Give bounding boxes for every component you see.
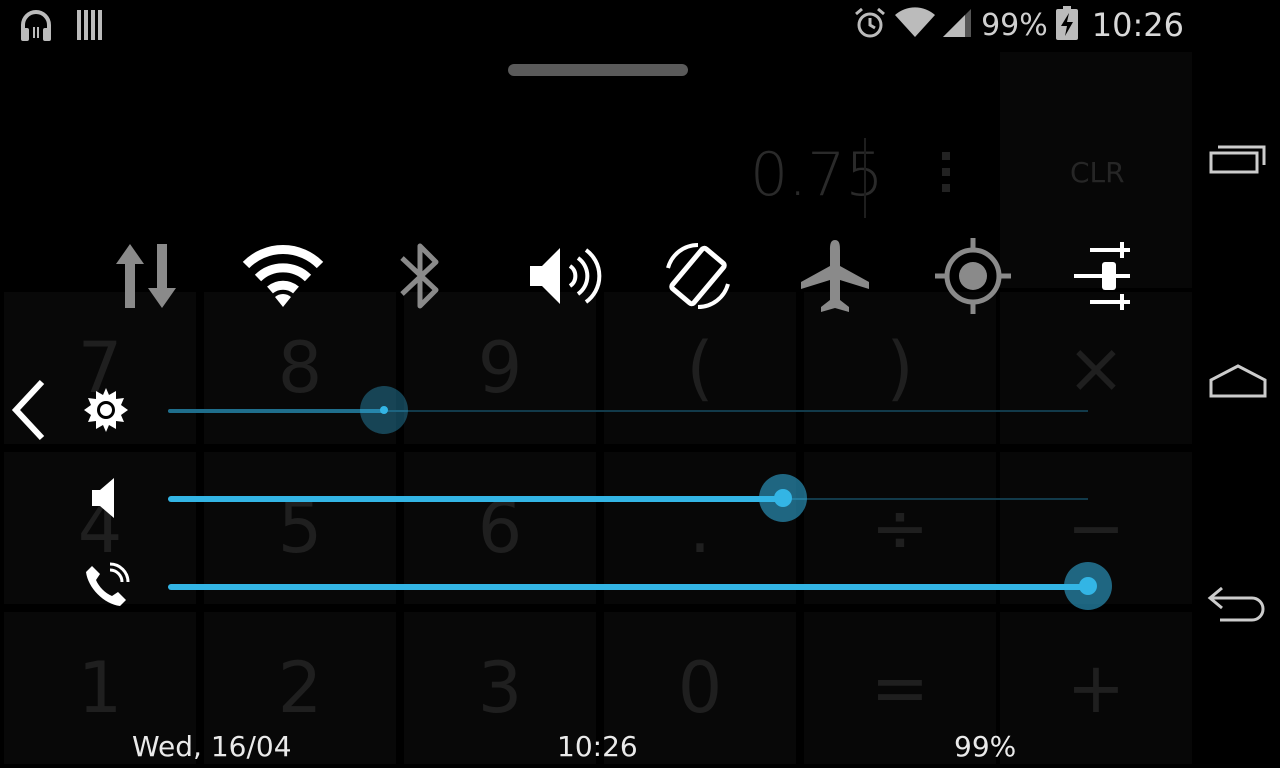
airplane-mode-icon xyxy=(799,238,871,318)
battery-label: 99% xyxy=(954,730,1017,763)
back-arrow-icon xyxy=(1206,584,1270,628)
status-bar-time: 10:26 xyxy=(1091,6,1184,44)
ringer-volume-slider-fill xyxy=(168,584,1088,590)
notification-icons xyxy=(18,8,104,48)
brightness-slider[interactable] xyxy=(168,386,1088,434)
speaker-icon xyxy=(82,474,130,522)
toggle-sound[interactable] xyxy=(522,236,606,320)
calculator-cursor xyxy=(864,138,866,218)
ringer-volume-slider[interactable] xyxy=(168,562,1112,610)
toggle-gps[interactable] xyxy=(931,236,1015,320)
wifi-icon xyxy=(895,7,936,43)
calc-key: 6 xyxy=(404,452,596,604)
home-icon xyxy=(1208,362,1268,402)
signal-icon xyxy=(943,7,973,43)
recent-apps-button[interactable] xyxy=(1206,136,1270,184)
wifi-icon xyxy=(242,243,324,313)
alarm-icon xyxy=(853,6,887,44)
media-volume-slider[interactable] xyxy=(168,474,1088,522)
recent-apps-icon xyxy=(1208,141,1268,179)
back-button[interactable] xyxy=(1206,582,1270,630)
settings-sliders-icon xyxy=(1070,242,1134,314)
status-bar: 99% 10:26 xyxy=(0,0,1192,52)
calc-key: ÷ xyxy=(804,452,996,604)
toggle-wifi[interactable] xyxy=(241,236,325,320)
battery-charging-icon xyxy=(1055,6,1078,44)
calc-key: 5 xyxy=(204,452,396,604)
toggle-settings[interactable] xyxy=(1060,236,1144,320)
brightness-icon xyxy=(82,386,130,434)
system-icons: 99% 10:26 xyxy=(853,6,1184,44)
calculator-background: 0.75 CLR 7 8 9 ( ) × 4 5 6 . ÷ − 1 2 3 0… xyxy=(0,0,1192,768)
calculator-clear-button: CLR xyxy=(1070,156,1125,189)
battery-percent: 99% xyxy=(981,7,1048,43)
brightness-slider-thumb[interactable] xyxy=(360,386,409,434)
brightness-slider-fill xyxy=(168,409,385,413)
toggle-auto-rotate[interactable] xyxy=(656,236,740,320)
overflow-menu-icon xyxy=(942,152,950,192)
calc-key: . xyxy=(604,452,796,604)
toggle-mobile-data[interactable] xyxy=(104,236,188,320)
sound-icon xyxy=(524,240,604,316)
bars-icon xyxy=(76,8,104,48)
navigation-bar xyxy=(1192,0,1280,768)
bluetooth-icon xyxy=(398,238,442,318)
phone-ringer-icon xyxy=(82,562,130,610)
media-volume-slider-fill xyxy=(168,496,783,502)
home-button[interactable] xyxy=(1206,358,1270,406)
toggle-bluetooth[interactable] xyxy=(378,236,462,320)
ringer-volume-slider-thumb[interactable] xyxy=(1064,562,1112,610)
headphones-icon xyxy=(18,8,54,48)
clock-label: 10:26 xyxy=(557,730,638,763)
data-transfer-icon xyxy=(110,240,182,316)
calc-key: + xyxy=(1000,612,1192,764)
media-volume-slider-thumb[interactable] xyxy=(758,474,807,522)
panel-drag-handle[interactable] xyxy=(508,64,688,76)
date-label: Wed, 16/04 xyxy=(132,730,292,763)
auto-rotate-icon xyxy=(660,238,736,318)
back-chevron-icon[interactable] xyxy=(8,378,48,442)
gps-icon xyxy=(933,236,1013,320)
toggle-airplane-mode[interactable] xyxy=(793,236,877,320)
